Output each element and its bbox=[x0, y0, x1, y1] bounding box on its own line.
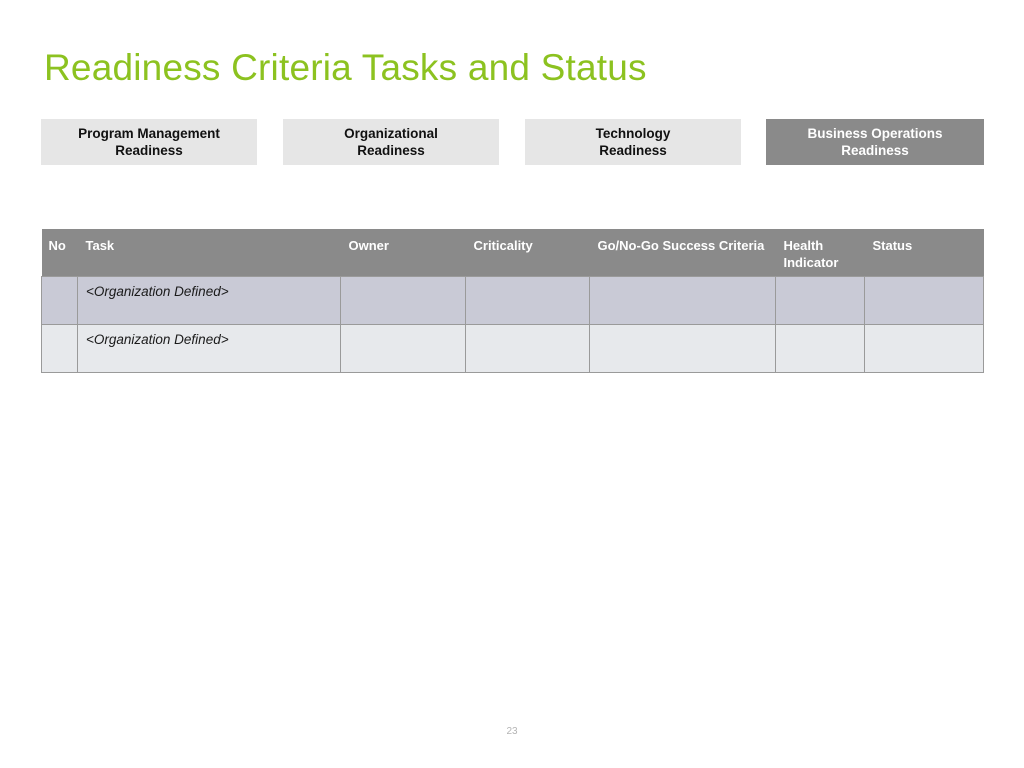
column-header-owner[interactable]: Owner bbox=[340, 229, 466, 276]
column-header-health-indicator[interactable]: Health Indicator bbox=[775, 229, 865, 276]
readiness-tasks-table: No Task Owner Criticality Go/No-Go Succe… bbox=[41, 229, 984, 373]
cell-task[interactable]: <Organization Defined> bbox=[77, 323, 341, 373]
tab-technology-readiness[interactable]: Technology Readiness bbox=[525, 119, 741, 165]
table-header: No Task Owner Criticality Go/No-Go Succe… bbox=[41, 229, 984, 276]
tab-label: Program Management Readiness bbox=[78, 126, 220, 158]
cell-no[interactable] bbox=[41, 323, 78, 373]
readiness-tab-strip: Program Management Readiness Organizatio… bbox=[41, 119, 984, 165]
column-header-status[interactable]: Status bbox=[864, 229, 984, 276]
page-number: 23 bbox=[506, 726, 518, 737]
tab-label: Technology Readiness bbox=[595, 126, 671, 158]
cell-health-indicator[interactable] bbox=[775, 323, 865, 373]
cell-task[interactable]: <Organization Defined> bbox=[77, 275, 341, 325]
cell-owner[interactable] bbox=[340, 323, 466, 373]
table-row[interactable]: <Organization Defined> bbox=[41, 275, 984, 325]
column-header-go-no-go-success-criteria[interactable]: Go/No-Go Success Criteria bbox=[589, 229, 776, 276]
table-body: <Organization Defined> <Organization Def… bbox=[41, 275, 984, 373]
cell-health-indicator[interactable] bbox=[775, 275, 865, 325]
column-header-criticality[interactable]: Criticality bbox=[465, 229, 590, 276]
cell-criticality[interactable] bbox=[465, 275, 590, 325]
column-header-task[interactable]: Task bbox=[77, 229, 341, 276]
cell-criteria[interactable] bbox=[589, 323, 776, 373]
cell-owner[interactable] bbox=[340, 275, 466, 325]
tab-label: Business Operations Readiness bbox=[807, 126, 943, 158]
table-row[interactable]: <Organization Defined> bbox=[41, 323, 984, 373]
table-header-row: No Task Owner Criticality Go/No-Go Succe… bbox=[41, 229, 984, 276]
tab-organizational-readiness[interactable]: Organizational Readiness bbox=[283, 119, 499, 165]
page-title: Readiness Criteria Tasks and Status bbox=[44, 47, 647, 88]
cell-criticality[interactable] bbox=[465, 323, 590, 373]
column-header-no[interactable]: No bbox=[41, 229, 78, 276]
cell-no[interactable] bbox=[41, 275, 78, 325]
tab-program-management-readiness[interactable]: Program Management Readiness bbox=[41, 119, 257, 165]
cell-status[interactable] bbox=[864, 275, 984, 325]
tab-label: Organizational Readiness bbox=[344, 126, 438, 158]
tab-business-operations-readiness[interactable]: Business Operations Readiness bbox=[766, 119, 984, 165]
cell-criteria[interactable] bbox=[589, 275, 776, 325]
cell-status[interactable] bbox=[864, 323, 984, 373]
slide-canvas: { "slide": { "title": "Readiness Criteri… bbox=[0, 0, 1024, 768]
